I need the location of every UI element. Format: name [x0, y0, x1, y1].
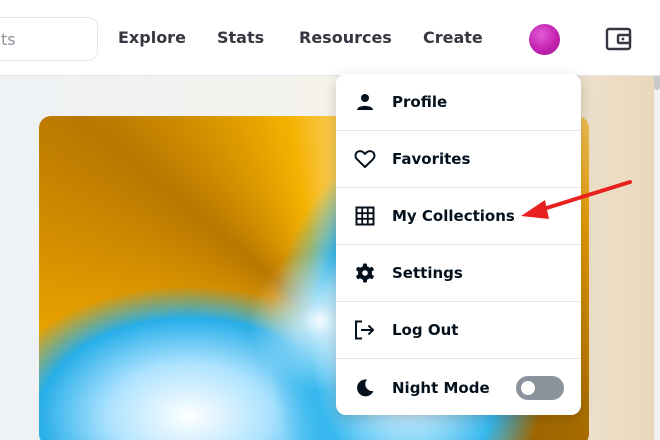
menu-item-label: Settings	[392, 264, 463, 282]
logout-icon	[354, 319, 376, 341]
nav-create-link[interactable]: Create	[423, 28, 483, 47]
menu-item-label: Log Out	[392, 321, 459, 339]
account-dropdown-menu: Profile Favorites My Collections Setting…	[336, 74, 581, 415]
nav-stats-link[interactable]: Stats	[217, 28, 264, 47]
nav-resources-link[interactable]: Resources	[299, 28, 392, 47]
menu-item-label: Profile	[392, 93, 448, 111]
avatar[interactable]	[529, 24, 560, 55]
menu-item-log-out[interactable]: Log Out	[336, 302, 581, 359]
person-icon	[354, 91, 376, 113]
menu-item-night-mode: Night Mode	[336, 359, 581, 415]
menu-item-settings[interactable]: Settings	[336, 245, 581, 302]
menu-item-label: My Collections	[392, 207, 515, 225]
search-input-text: ts	[1, 29, 16, 49]
menu-item-label: Favorites	[392, 150, 471, 168]
annotation-arrow	[521, 180, 632, 219]
wallet-icon[interactable]	[605, 26, 633, 52]
nav-explore-link[interactable]: Explore	[118, 28, 186, 47]
gear-icon	[354, 262, 376, 284]
moon-icon	[354, 377, 376, 399]
heart-icon	[354, 148, 376, 170]
search-input[interactable]: ts	[0, 17, 98, 61]
night-mode-toggle[interactable]	[516, 375, 564, 400]
menu-item-profile[interactable]: Profile	[336, 74, 581, 131]
menu-item-label: Night Mode	[392, 378, 490, 397]
toggle-knob	[521, 380, 535, 395]
top-navigation-bar: ts Explore Stats Resources Create	[0, 0, 660, 76]
grid-icon	[354, 205, 376, 227]
